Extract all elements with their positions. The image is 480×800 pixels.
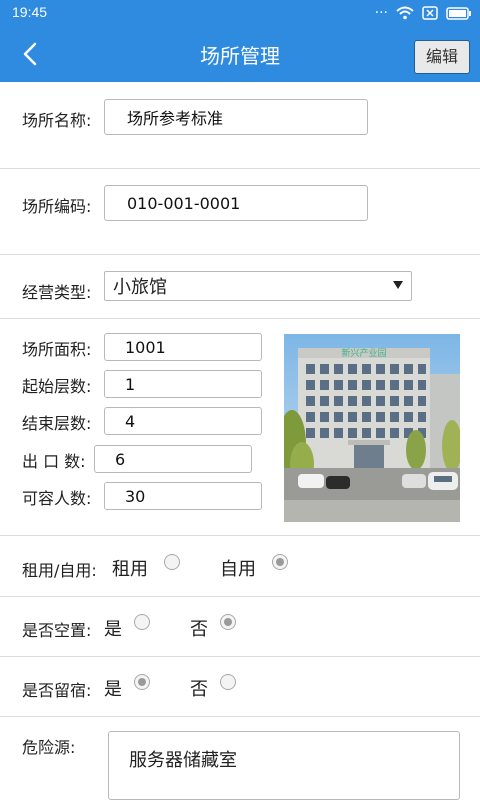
dropdown-arrow-icon <box>393 281 403 289</box>
building-image: 新兴产业园 <box>284 334 460 522</box>
area-label: 场所面积: <box>22 340 92 359</box>
rent-radio[interactable] <box>164 554 180 570</box>
hazard-textarea[interactable]: 服务器储藏室 <box>108 731 460 800</box>
exits-field[interactable]: 6 <box>94 445 252 473</box>
wifi-icon <box>396 6 414 20</box>
place-code-field[interactable]: 010-001-0001 <box>104 185 368 221</box>
area-field[interactable]: 1001 <box>104 333 262 361</box>
place-photo[interactable]: 新兴产业园 <box>284 334 460 522</box>
divider <box>0 168 480 169</box>
area-value: 1001 <box>125 337 166 357</box>
place-name-value: 场所参考标准 <box>127 109 224 128</box>
lodging-no-radio[interactable] <box>220 674 236 690</box>
start-floor-label: 起始层数: <box>22 377 92 396</box>
lodging-no-label: 否 <box>190 679 208 700</box>
divider <box>0 716 480 717</box>
end-floor-value: 4 <box>125 411 136 431</box>
exits-value: 6 <box>115 449 126 469</box>
divider <box>0 656 480 657</box>
sim-error-icon <box>422 6 438 20</box>
business-type-label: 经营类型: <box>22 283 92 302</box>
exits-label: 出 口 数: <box>22 452 86 471</box>
status-icons: ··· <box>375 5 472 21</box>
hazard-value: 服务器储藏室 <box>129 750 237 771</box>
lodging-yes-radio[interactable] <box>134 674 150 690</box>
app-bar: 场所管理 编辑 <box>0 26 480 82</box>
divider <box>0 535 480 536</box>
divider <box>0 318 480 319</box>
vacant-yes-radio[interactable] <box>134 614 150 630</box>
start-floor-value: 1 <box>125 374 136 394</box>
divider <box>0 596 480 597</box>
name-label: 场所名称: <box>22 111 92 130</box>
rent-option-label: 租用 <box>112 559 148 580</box>
end-floor-label: 结束层数: <box>22 414 92 433</box>
vacant-yes-label: 是 <box>104 619 122 640</box>
capacity-label: 可容人数: <box>22 489 92 508</box>
page-title: 场所管理 <box>200 44 280 68</box>
self-use-radio[interactable] <box>272 554 288 570</box>
dots-icon: ··· <box>374 5 388 21</box>
self-use-option-label: 自用 <box>220 559 256 580</box>
lodging-label: 是否留宿: <box>22 681 92 700</box>
edit-button[interactable]: 编辑 <box>414 40 470 74</box>
hazard-label: 危险源: <box>22 738 76 757</box>
end-floor-field[interactable]: 4 <box>104 407 262 435</box>
status-bar: 19:45 ··· <box>0 0 480 26</box>
rent-label: 租用/自用: <box>22 561 97 580</box>
lodging-yes-label: 是 <box>104 679 122 700</box>
place-code-value: 010-001-0001 <box>127 193 241 213</box>
capacity-value: 30 <box>125 486 146 506</box>
building-sign: 新兴产业园 <box>341 347 386 359</box>
business-type-value: 小旅馆 <box>113 277 167 298</box>
code-label: 场所编码: <box>22 197 92 216</box>
status-time: 19:45 <box>12 4 48 20</box>
vacant-label: 是否空置: <box>22 621 92 640</box>
start-floor-field[interactable]: 1 <box>104 370 262 398</box>
vacant-no-radio[interactable] <box>220 614 236 630</box>
divider <box>0 254 480 255</box>
place-name-field[interactable]: 场所参考标准 <box>104 99 368 135</box>
capacity-field[interactable]: 30 <box>104 482 262 510</box>
vacant-no-label: 否 <box>190 619 208 640</box>
business-type-select[interactable]: 小旅馆 <box>104 271 412 301</box>
battery-icon <box>446 6 471 20</box>
